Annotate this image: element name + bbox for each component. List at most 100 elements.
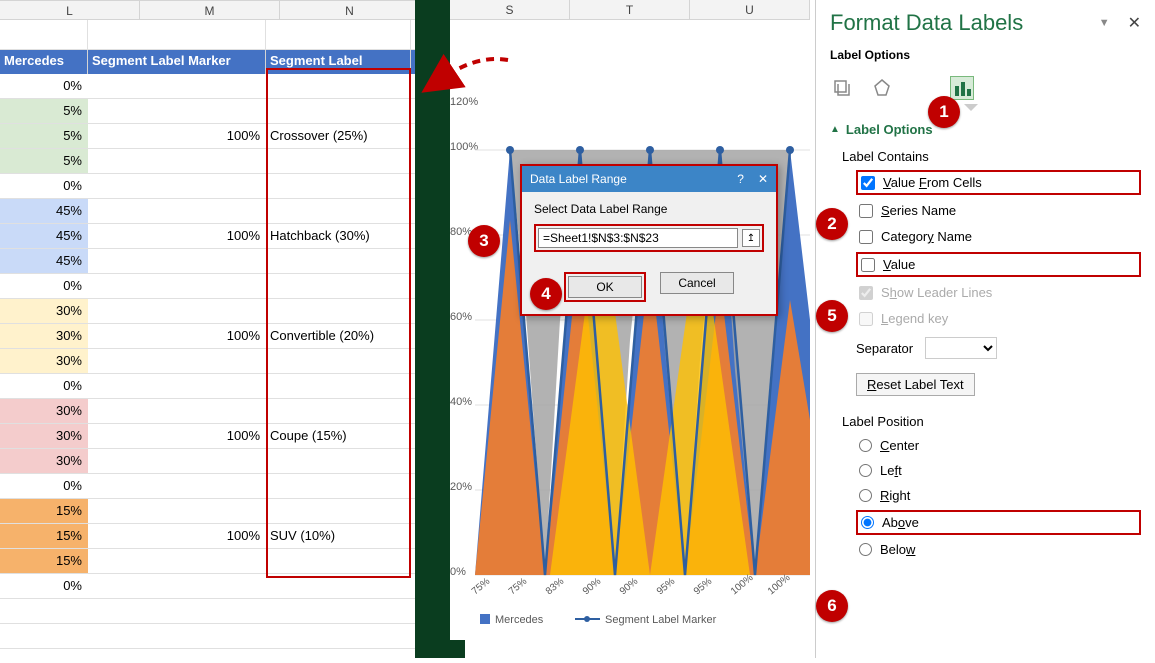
cell-marker[interactable]: 100% [88,224,266,248]
cell-mercedes[interactable]: 0% [0,274,88,298]
cell-label[interactable] [266,349,411,373]
table-row[interactable]: 5% [0,149,420,174]
table-row[interactable]: 30%100%Convertible (20%) [0,324,420,349]
cell-mercedes[interactable]: 45% [0,224,88,248]
fill-line-icon[interactable] [830,76,854,100]
table-row[interactable]: 30%100%Coupe (15%) [0,424,420,449]
cancel-button[interactable]: Cancel [660,272,734,294]
help-icon[interactable]: ? [737,172,744,186]
label-options-section[interactable]: ▲Label Options [830,122,1141,137]
table-row[interactable]: 30% [0,349,420,374]
table-row[interactable]: 15%100%SUV (10%) [0,524,420,549]
cell-label[interactable] [266,149,411,173]
cell-mercedes[interactable]: 15% [0,499,88,523]
cell-mercedes[interactable]: 15% [0,549,88,573]
table-row[interactable]: 0% [0,274,420,299]
cell-marker[interactable] [88,374,266,398]
checkbox-category-name[interactable]: Category Name [856,226,1141,247]
cell-label[interactable] [266,299,411,323]
dialog-title-bar[interactable]: Data Label Range ? ✕ [522,166,776,192]
col-N[interactable]: N [280,1,420,19]
col-U[interactable]: U [690,0,810,19]
cell-mercedes[interactable]: 30% [0,424,88,448]
cell-marker[interactable] [88,349,266,373]
cell-mercedes[interactable]: 30% [0,324,88,348]
cell-marker[interactable] [88,449,266,473]
embedded-chart[interactable]: 0%20%40% 60%80%100%120% 75%75% 83%90% 90… [450,20,810,640]
col-S[interactable]: S [450,0,570,19]
cell-mercedes[interactable]: 15% [0,524,88,548]
cell-label[interactable]: Crossover (25%) [266,124,411,148]
cell-marker[interactable]: 100% [88,124,266,148]
table-row[interactable]: 5%100%Crossover (25%) [0,124,420,149]
cell-label[interactable]: Hatchback (30%) [266,224,411,248]
separator-select[interactable] [925,337,997,359]
cell-label[interactable] [266,549,411,573]
ok-button[interactable]: OK [568,276,642,298]
dropdown-icon[interactable]: ▼ [1099,17,1110,29]
col-M[interactable]: M [140,1,280,19]
cell-marker[interactable] [88,249,266,273]
cell-label[interactable] [266,399,411,423]
table-row[interactable]: 15% [0,499,420,524]
cell-mercedes[interactable]: 5% [0,124,88,148]
cell-label[interactable] [266,499,411,523]
table-row[interactable]: 0% [0,74,420,99]
cell-label[interactable] [266,249,411,273]
cell-mercedes[interactable]: 0% [0,574,88,598]
cell-marker[interactable] [88,199,266,223]
cell-label[interactable] [266,199,411,223]
table-row[interactable]: 45% [0,249,420,274]
checkbox-value[interactable]: Value [856,252,1141,277]
cell-marker[interactable] [88,474,266,498]
cell-label[interactable] [266,74,411,98]
cell-mercedes[interactable]: 5% [0,149,88,173]
cell-marker[interactable] [88,549,266,573]
cell-marker[interactable] [88,399,266,423]
cell-label[interactable] [266,174,411,198]
cell-marker[interactable] [88,274,266,298]
cell-marker[interactable] [88,499,266,523]
table-row[interactable]: 30% [0,399,420,424]
cell-label[interactable] [266,99,411,123]
label-options-icon[interactable] [950,76,974,100]
cell-mercedes[interactable]: 30% [0,349,88,373]
cell-marker[interactable] [88,299,266,323]
table-row[interactable]: 45%100%Hatchback (30%) [0,224,420,249]
cell-marker[interactable]: 100% [88,524,266,548]
cell-marker[interactable] [88,149,266,173]
effects-icon[interactable] [870,76,894,100]
cell-marker[interactable] [88,99,266,123]
cell-mercedes[interactable]: 5% [0,99,88,123]
close-icon[interactable]: ✕ [758,172,768,186]
cell-label[interactable] [266,449,411,473]
cell-mercedes[interactable]: 45% [0,199,88,223]
cell-label[interactable]: Coupe (15%) [266,424,411,448]
col-T[interactable]: T [570,0,690,19]
table-row[interactable]: 45% [0,199,420,224]
radio-center[interactable]: Center [856,435,1141,456]
cell-marker[interactable] [88,574,266,598]
cell-mercedes[interactable]: 0% [0,374,88,398]
table-row[interactable]: 5% [0,99,420,124]
radio-below[interactable]: Below [856,539,1141,560]
cell-mercedes[interactable]: 30% [0,449,88,473]
cell-label[interactable]: SUV (10%) [266,524,411,548]
radio-right[interactable]: Right [856,485,1141,506]
radio-left[interactable]: Left [856,460,1141,481]
table-row[interactable]: 0% [0,574,420,599]
cell-mercedes[interactable]: 30% [0,399,88,423]
cell-marker[interactable]: 100% [88,324,266,348]
table-row[interactable]: 0% [0,374,420,399]
close-icon[interactable]: ✕ [1128,13,1141,33]
table-row[interactable]: 0% [0,174,420,199]
range-selector-button[interactable]: ↥ [742,229,760,247]
cell-mercedes[interactable]: 45% [0,249,88,273]
table-row[interactable]: 0% [0,474,420,499]
cell-marker[interactable]: 100% [88,424,266,448]
cell-mercedes[interactable]: 0% [0,74,88,98]
cell-mercedes[interactable]: 0% [0,474,88,498]
cell-label[interactable] [266,274,411,298]
cell-label[interactable]: Convertible (20%) [266,324,411,348]
reset-label-text-button[interactable]: Reset Label Text [856,373,975,396]
